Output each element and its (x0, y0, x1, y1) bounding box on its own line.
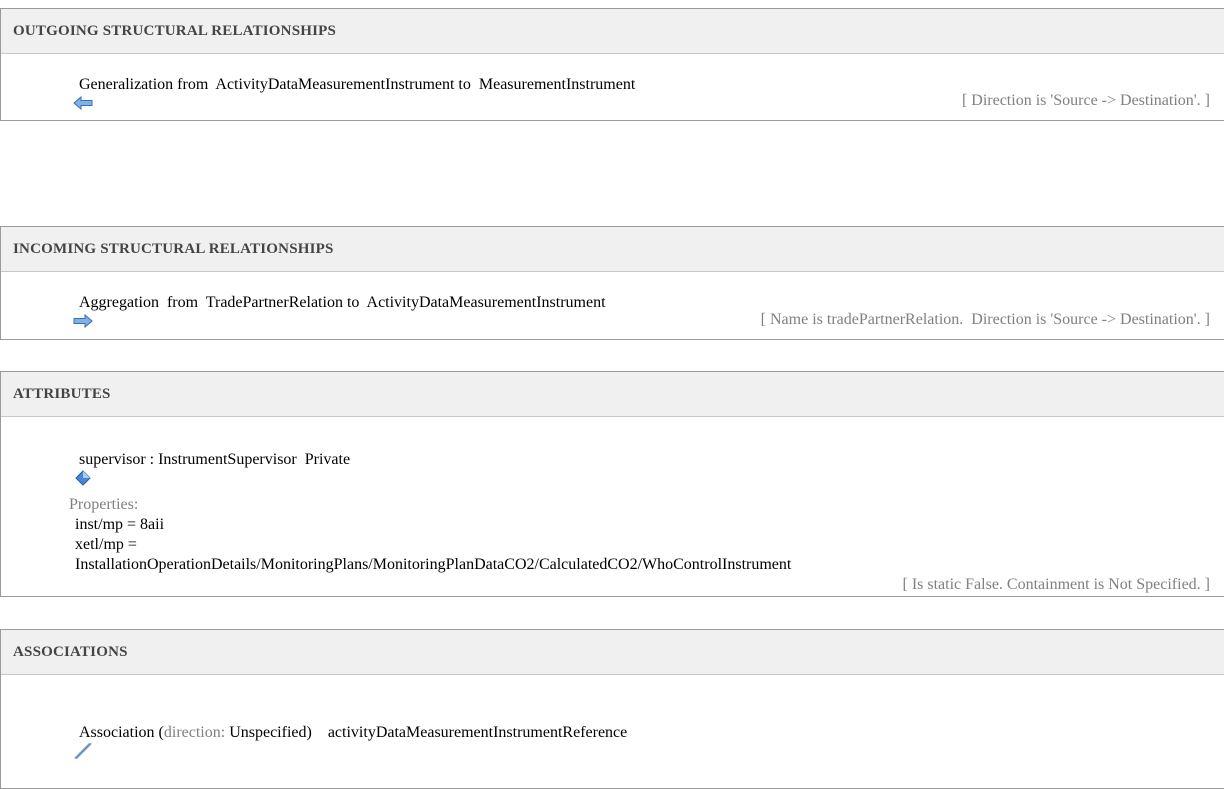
attribute-row: supervisor : InstrumentSupervisor Privat… (49, 451, 351, 486)
association-name: activityDataMeasurementInstrumentReferen… (311, 724, 628, 741)
arrow-right-icon (49, 295, 93, 329)
relationship-row: Aggregation from TradePartnerRelation to… (49, 294, 606, 329)
section-header: OUTGOING STRUCTURAL RELATIONSHIPS (1, 9, 1224, 54)
relationship-text: Aggregation from TradePartnerRelation to… (79, 294, 606, 311)
properties-label: Properties: (69, 496, 139, 513)
property-xetl-mp-value: InstallationOperationDetails/MonitoringP… (75, 556, 792, 573)
attribute-diamond-icon (49, 452, 91, 486)
association-row: Association (direction: Unspecified) act… (49, 724, 628, 760)
outgoing-relationships-section: OUTGOING STRUCTURAL RELATIONSHIPS Genera… (0, 8, 1224, 121)
section-header: INCOMING STRUCTURAL RELATIONSHIPS (1, 227, 1224, 272)
relationship-row: Generalization from ActivityDataMeasurem… (49, 76, 636, 111)
attribute-text: supervisor : InstrumentSupervisor Privat… (79, 451, 351, 468)
association-direction-label: direction: (163, 724, 230, 741)
association-direction-value: Unspecified) (229, 724, 312, 741)
incoming-relationships-section: INCOMING STRUCTURAL RELATIONSHIPS Aggreg… (0, 226, 1224, 340)
relationship-note: [ Direction is 'Source -> Destination'. … (961, 92, 1210, 109)
associations-section: ASSOCIATIONS Association (direction: Uns… (0, 629, 1224, 789)
relationship-text: Generalization from ActivityDataMeasurem… (79, 76, 636, 93)
property-inst-mp: inst/mp = 8aii (75, 516, 165, 533)
attributes-section: ATTRIBUTES supervisor : InstrumentSuperv… (0, 371, 1224, 597)
association-prefix: Association ( (79, 724, 164, 741)
property-xetl-mp: xetl/mp = (75, 536, 137, 553)
attribute-note: [ Is static False. Containment is Not Sp… (902, 576, 1211, 593)
section-header: ASSOCIATIONS (1, 630, 1224, 675)
relationship-note: [ Name is tradePartnerRelation. Directio… (760, 311, 1210, 328)
arrow-left-icon (49, 77, 93, 111)
association-line-icon (49, 725, 92, 760)
section-header: ATTRIBUTES (1, 372, 1224, 417)
